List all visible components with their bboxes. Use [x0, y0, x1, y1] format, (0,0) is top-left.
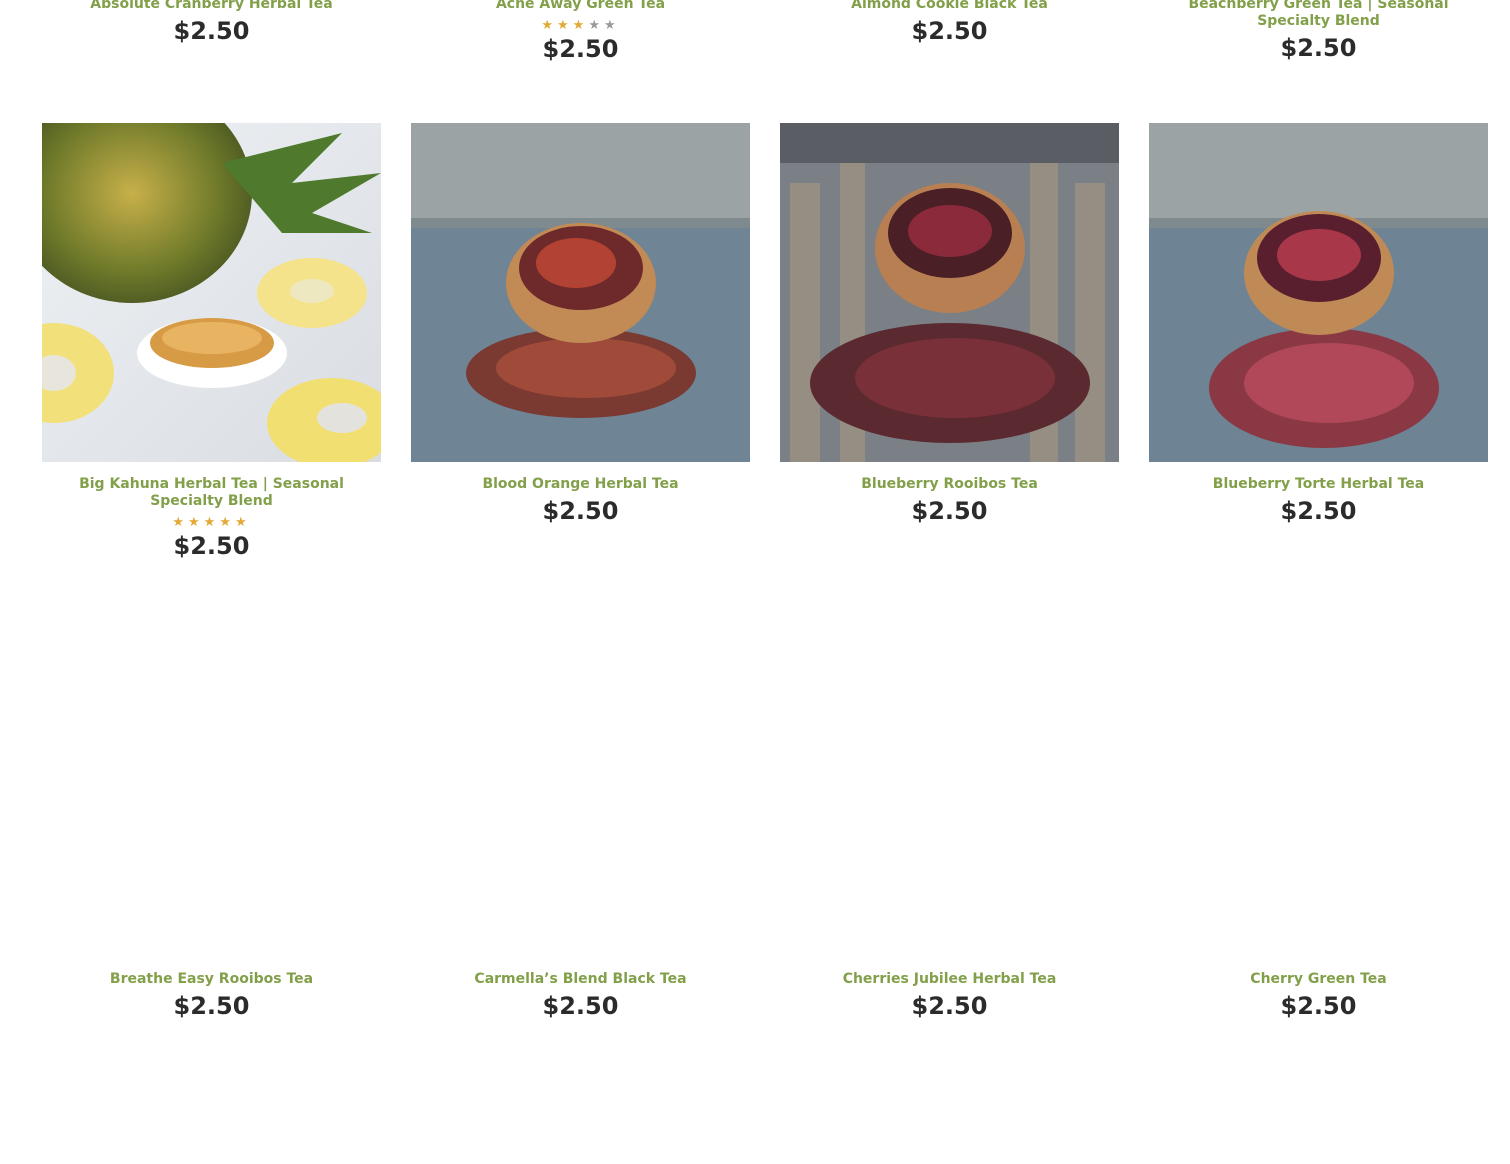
star-icon: ★ — [588, 18, 604, 33]
product-price: $2.50 — [1280, 497, 1357, 525]
star-icon: ★ — [188, 515, 204, 530]
product-image-link[interactable] — [42, 123, 381, 462]
product-card: Absolute Cranberry Herbal Tea $2.50 — [42, 0, 381, 45]
product-name-link[interactable]: Carmella’s Blend Black Tea — [411, 971, 750, 988]
product-card: Blood Orange Herbal Tea $2.50 — [411, 123, 750, 525]
product-name-link[interactable]: Blueberry Rooibos Tea — [780, 476, 1119, 493]
product-image-link[interactable] — [1149, 123, 1488, 462]
product-card: Breathe Easy Rooibos Tea $2.50 — [42, 618, 381, 1020]
product-name-link[interactable]: Big Kahuna Herbal Tea | Seasonal Special… — [42, 476, 381, 510]
product-image-link[interactable] — [1149, 618, 1488, 957]
product-card: Cherry Green Tea $2.50 — [1149, 618, 1488, 1020]
star-icon: ★ — [603, 18, 620, 33]
product-price: $2.50 — [173, 17, 250, 45]
product-image-link[interactable] — [411, 618, 750, 957]
star-icon: ★ — [234, 515, 251, 530]
product-price: $2.50 — [911, 497, 988, 525]
star-icon: ★ — [572, 18, 589, 33]
product-card: Blueberry Torte Herbal Tea $2.50 — [1149, 123, 1488, 525]
product-price: $2.50 — [542, 35, 619, 63]
product-name-link[interactable]: Cherries Jubilee Herbal Tea — [780, 971, 1119, 988]
star-rating: ★★★★★ — [42, 515, 381, 531]
product-name-link[interactable]: Blood Orange Herbal Tea — [411, 476, 750, 493]
product-name-link[interactable]: Ache Away Green Tea — [411, 0, 750, 13]
product-price: $2.50 — [1280, 34, 1357, 62]
blueberry-torte-tea-image — [1149, 123, 1488, 462]
product-card: Ache Away Green Tea ★★★★★ $2.50 — [411, 0, 750, 63]
product-price: $2.50 — [911, 992, 988, 1020]
product-card: Beachberry Green Tea | Seasonal Specialt… — [1149, 0, 1488, 62]
product-name-link[interactable]: Almond Cookie Black Tea — [780, 0, 1119, 13]
product-card: Carmella’s Blend Black Tea $2.50 — [411, 618, 750, 1020]
star-icon: ★ — [219, 515, 235, 530]
product-card: Blueberry Rooibos Tea $2.50 — [780, 123, 1119, 525]
blood-orange-tea-image — [411, 123, 750, 462]
product-name-link[interactable]: Cherry Green Tea — [1149, 971, 1488, 988]
product-price: $2.50 — [911, 17, 988, 45]
product-price: $2.50 — [1280, 992, 1357, 1020]
pineapple-tea-image — [42, 123, 381, 462]
star-icon: ★ — [172, 515, 189, 530]
product-price: $2.50 — [173, 532, 250, 560]
product-image-link[interactable] — [42, 618, 381, 957]
star-icon: ★ — [203, 515, 220, 530]
blueberry-rooibos-tea-image — [780, 123, 1119, 462]
star-icon: ★ — [541, 18, 558, 33]
product-card: Cherries Jubilee Herbal Tea $2.50 — [780, 618, 1119, 1020]
product-price: $2.50 — [173, 992, 250, 1020]
product-name-link[interactable]: Absolute Cranberry Herbal Tea — [42, 0, 381, 13]
star-icon: ★ — [557, 18, 573, 33]
product-name-link[interactable]: Blueberry Torte Herbal Tea — [1149, 476, 1488, 493]
product-image-link[interactable] — [780, 618, 1119, 957]
product-card: Big Kahuna Herbal Tea | Seasonal Special… — [42, 123, 381, 560]
star-rating: ★★★★★ — [411, 18, 750, 34]
product-image-link[interactable] — [780, 123, 1119, 462]
product-price: $2.50 — [542, 497, 619, 525]
product-price: $2.50 — [542, 992, 619, 1020]
product-name-link[interactable]: Beachberry Green Tea | Seasonal Specialt… — [1149, 0, 1488, 30]
product-card: Almond Cookie Black Tea $2.50 — [780, 0, 1119, 45]
product-image-link[interactable] — [411, 123, 750, 462]
product-name-link[interactable]: Breathe Easy Rooibos Tea — [42, 971, 381, 988]
